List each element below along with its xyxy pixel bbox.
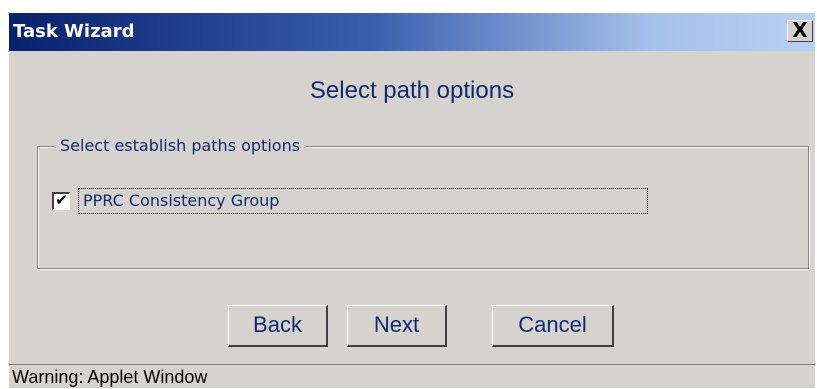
title-bar[interactable]: Task Wizard X (9, 13, 815, 51)
close-button[interactable]: X (787, 20, 813, 42)
status-bar: Warning: Applet Window (9, 364, 815, 389)
task-wizard-window: Task Wizard X Select path options Select… (8, 12, 815, 388)
checkmark-icon: ✔ (55, 192, 68, 209)
pprc-consistency-group-label[interactable]: PPRC Consistency Group (78, 188, 648, 214)
window-title: Task Wizard (13, 21, 135, 42)
close-icon: X (792, 18, 808, 42)
next-button[interactable]: Next (347, 305, 447, 347)
back-button[interactable]: Back (228, 305, 328, 347)
pprc-consistency-group-checkbox[interactable]: ✔ (52, 192, 70, 210)
path-options-group: Select establish paths options ✔ PPRC Co… (37, 136, 809, 269)
page-title: Select path options (309, 77, 515, 104)
cancel-button[interactable]: Cancel (492, 305, 614, 347)
group-legend: Select establish paths options (54, 136, 307, 155)
